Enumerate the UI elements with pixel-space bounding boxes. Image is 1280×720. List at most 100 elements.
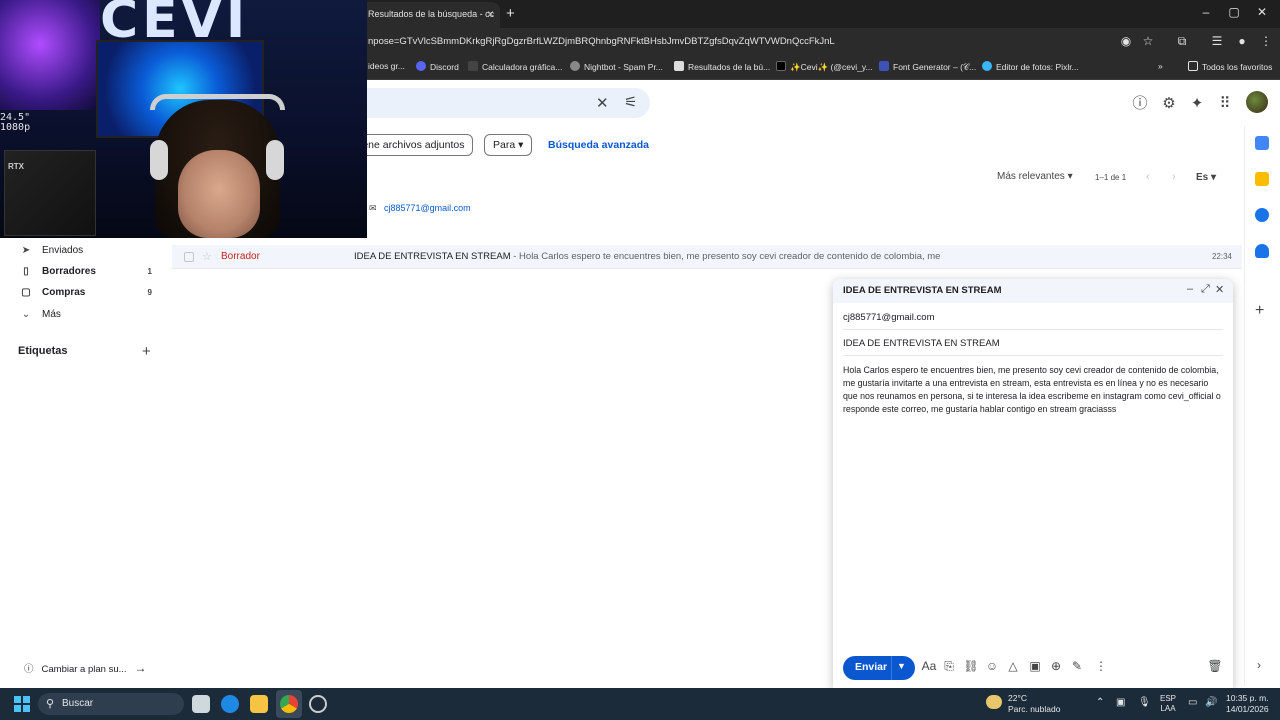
compose-header[interactable]: IDEA DE ENTREVISTA EN STREAM – ⤢ ✕: [833, 279, 1233, 303]
bookmark-item[interactable]: ideos gr...: [368, 61, 405, 71]
volume-icon[interactable]: 🔊: [1205, 697, 1217, 708]
expand-icon[interactable]: ⤢: [1201, 283, 1210, 296]
confidential-lock-icon[interactable]: ⊕: [1048, 659, 1064, 673]
send-label: Enviar: [855, 661, 888, 673]
star-icon[interactable]: ☆: [202, 250, 212, 263]
draft-icon: ▯: [23, 266, 29, 277]
taskbar-search[interactable]: ⚲ Buscar: [38, 693, 184, 715]
nav-item-sent[interactable]: ➤ Enviados: [18, 245, 158, 265]
extensions-icon[interactable]: ⧉: [1173, 34, 1191, 49]
file-explorer-icon[interactable]: [250, 695, 268, 713]
keep-icon[interactable]: [1255, 172, 1269, 186]
row-checkbox[interactable]: [184, 252, 194, 262]
link-icon[interactable]: ⛓: [963, 659, 979, 673]
upgrade-plan-button[interactable]: ⓘ Cambiar a plan su... →: [14, 656, 154, 678]
chrome-taskbar-active[interactable]: [276, 690, 302, 718]
filter-chip-to[interactable]: Para ▾: [484, 134, 533, 156]
contact-email[interactable]: cj885771@gmail.com: [384, 203, 471, 213]
edge-icon[interactable]: [221, 695, 239, 713]
close-icon[interactable]: ✕: [1215, 283, 1224, 296]
minimize-icon[interactable]: –: [1196, 5, 1216, 19]
browser-tab[interactable]: Resultados de la búsqueda - cc ×: [360, 2, 500, 28]
bookmark-font-generator[interactable]: Font Generator – (𝒞...: [879, 61, 976, 73]
bag-icon: ▢: [21, 287, 31, 298]
search-bar[interactable]: ✕ ⚟: [340, 88, 650, 118]
more-bookmarks-icon[interactable]: »: [1158, 61, 1163, 71]
filter-chip-attachments[interactable]: iene archivos adjuntos: [352, 134, 474, 156]
emoji-icon[interactable]: ☺: [984, 659, 1000, 673]
input-language[interactable]: ESP LAA: [1160, 694, 1176, 714]
row-subject: IDEA DE ENTREVISTA EN STREAM: [354, 251, 511, 262]
maximize-icon[interactable]: ▢: [1224, 5, 1244, 19]
page-icon: [674, 61, 684, 71]
windows-start-icon[interactable]: [14, 696, 30, 712]
gemini-sparkle-icon[interactable]: ✦: [1186, 93, 1208, 115]
language-selector[interactable]: Es ▾: [1196, 172, 1216, 183]
tab-close-icon[interactable]: ×: [487, 7, 494, 21]
bookmark-tiktok[interactable]: ✨Cevi✨ (@cevi_y...: [776, 61, 873, 73]
schedule-send-dropdown-icon[interactable]: ▼: [897, 661, 906, 671]
chart-icon: [468, 61, 478, 71]
obs-icon[interactable]: [309, 695, 327, 713]
nav-item-more[interactable]: ⌄ Más: [18, 309, 158, 329]
advanced-search-link[interactable]: Búsqueda avanzada: [548, 139, 649, 151]
profile-icon[interactable]: ●: [1233, 34, 1251, 48]
tray-app-icon[interactable]: ▣: [1116, 697, 1125, 708]
minimize-icon[interactable]: –: [1187, 283, 1193, 295]
system-clock[interactable]: 10:35 p. m. 14/01/2026: [1226, 693, 1269, 715]
collapse-panel-icon[interactable]: ›: [1257, 658, 1261, 672]
message-body[interactable]: Hola Carlos espero te encuentres bien, m…: [843, 364, 1225, 416]
subject-field[interactable]: IDEA DE ENTREVISTA EN STREAM: [843, 338, 1000, 349]
drive-icon[interactable]: △: [1005, 659, 1021, 673]
reading-list-icon[interactable]: ☰: [1208, 34, 1226, 48]
network-icon[interactable]: ▭: [1188, 697, 1197, 708]
account-avatar[interactable]: [1246, 91, 1268, 113]
pixlr-icon: [982, 61, 992, 71]
contacts-icon[interactable]: [1255, 244, 1269, 258]
image-icon[interactable]: ▣: [1027, 659, 1043, 673]
menu-icon[interactable]: ⋮: [1257, 34, 1275, 48]
eye-icon[interactable]: ◉: [1117, 34, 1135, 48]
microphone-icon[interactable]: 🎙: [1138, 697, 1151, 708]
settings-gear-icon[interactable]: ⚙: [1158, 93, 1180, 115]
window-close-icon[interactable]: ✕: [1252, 5, 1272, 19]
add-addon-icon[interactable]: +: [1255, 302, 1264, 320]
clear-search-icon[interactable]: ✕: [596, 94, 609, 112]
new-tab-button[interactable]: +: [506, 5, 515, 22]
url-text[interactable]: npose=GTvVlcSBmmDKrkgRjRgDgzrBrfLWZDjmBR…: [368, 36, 835, 47]
nav-item-purchases[interactable]: ▢ Compras 9: [18, 287, 158, 307]
send-button[interactable]: Enviar ▼: [843, 656, 915, 680]
nav-item-drafts[interactable]: ▯ Borradores 1: [18, 266, 158, 286]
headphone-left: [150, 140, 168, 180]
prev-page-icon[interactable]: ‹: [1146, 171, 1150, 183]
table-row[interactable]: ☆ Borrador IDEA DE ENTREVISTA EN STREAM …: [172, 245, 1242, 269]
signature-pen-icon[interactable]: ✎: [1069, 659, 1085, 673]
bookmark-discord[interactable]: Discord: [416, 61, 459, 72]
nav-label: Más: [42, 309, 61, 320]
bookmark-pixlr[interactable]: Editor de fotos: Pixlr...: [982, 61, 1079, 72]
star-bookmark-icon[interactable]: ☆: [1139, 34, 1157, 48]
recipient-field[interactable]: cj885771@gmail.com: [843, 312, 935, 323]
next-page-icon[interactable]: ›: [1172, 171, 1176, 183]
search-options-icon[interactable]: ⚟: [624, 93, 637, 111]
help-icon[interactable]: ⓘ: [1129, 93, 1151, 115]
task-view-icon[interactable]: [192, 695, 210, 713]
calendar-icon[interactable]: [1255, 136, 1269, 150]
relevance-sort[interactable]: Más relevantes ▾: [997, 171, 1073, 182]
row-sender: Borrador: [221, 251, 260, 262]
add-label-icon[interactable]: +: [142, 343, 151, 360]
search-icon: ⚲: [46, 698, 55, 710]
mail-icon: ✉: [369, 203, 377, 213]
bookmark-nightbot[interactable]: Nightbot - Spam Pr...: [570, 61, 663, 72]
all-favorites[interactable]: Todos los favoritos: [1188, 61, 1272, 72]
bookmark-resultados[interactable]: Resultados de la bú...: [674, 61, 770, 72]
apps-grid-icon[interactable]: ⠿: [1214, 93, 1236, 115]
attach-icon[interactable]: ⎘: [941, 659, 957, 674]
show-hidden-icons-chevron-icon[interactable]: ⌃: [1096, 697, 1104, 708]
labels-heading: Etiquetas: [18, 345, 68, 357]
formatting-options[interactable]: Aa: [921, 659, 937, 673]
delete-draft-icon[interactable]: 🗑: [1207, 659, 1223, 673]
more-options-icon[interactable]: ⋮: [1093, 659, 1109, 673]
tasks-icon[interactable]: [1255, 208, 1269, 222]
bookmark-calculadora[interactable]: Calculadora gráfica...: [468, 61, 562, 72]
